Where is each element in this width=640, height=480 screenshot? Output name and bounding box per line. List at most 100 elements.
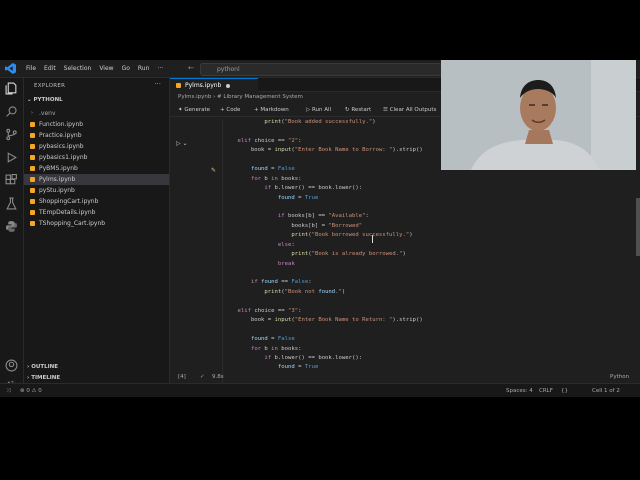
- code-line[interactable]: found = False: [224, 335, 630, 344]
- extensions-icon[interactable]: [5, 174, 18, 187]
- activity-bar: [0, 78, 24, 392]
- code-line[interactable]: for b in books:: [224, 175, 630, 184]
- tree-file[interactable]: TEmpDetails.ipynb: [24, 207, 169, 218]
- menu-view[interactable]: View: [95, 60, 117, 77]
- timeline-section[interactable]: › TIMELINE: [27, 375, 60, 381]
- tree-file-active[interactable]: Pylms.ipynb: [24, 174, 169, 185]
- account-icon[interactable]: [5, 359, 18, 372]
- tree-file[interactable]: pybasics1.ipynb: [24, 152, 169, 163]
- tree-file[interactable]: Function.ipynb: [24, 119, 169, 130]
- menu-bar: File Edit Selection View Go Run ···: [22, 60, 167, 77]
- code-line[interactable]: [224, 297, 630, 306]
- explorer-icon[interactable]: [5, 82, 18, 95]
- run-all-button[interactable]: ▷ Run All: [306, 104, 331, 116]
- language-braces-status[interactable]: {}: [561, 384, 568, 397]
- menu-edit[interactable]: Edit: [40, 60, 60, 77]
- clear-icon: ☰: [383, 107, 390, 113]
- run-cell-icon[interactable]: ▷ ⌄: [176, 140, 188, 147]
- python-icon[interactable]: [5, 220, 18, 233]
- eol-status[interactable]: CRLF: [539, 384, 553, 397]
- cell-position-status[interactable]: Cell 1 of 2: [592, 384, 620, 397]
- notebook-file-icon: [30, 221, 35, 226]
- notebook-file-icon: [30, 188, 35, 193]
- menu-more[interactable]: ···: [153, 60, 167, 77]
- tree-file[interactable]: pyStu.ipynb: [24, 185, 169, 196]
- notebook-file-icon: [30, 122, 35, 127]
- unsaved-dot-icon[interactable]: [226, 84, 230, 88]
- testing-icon[interactable]: [5, 197, 18, 210]
- menu-file[interactable]: File: [22, 60, 40, 77]
- code-line[interactable]: print("Book is already borrowed."): [224, 250, 630, 259]
- code-line[interactable]: if books[b] == "Available":: [224, 212, 630, 221]
- code-line[interactable]: for b in books:: [224, 345, 630, 354]
- tree-file[interactable]: ShoppingCart.ipynb: [24, 196, 169, 207]
- code-line[interactable]: break: [224, 260, 630, 269]
- code-line[interactable]: elif choice == "3":: [224, 307, 630, 316]
- code-line[interactable]: book = input("Enter Book Name to Return:…: [224, 316, 630, 325]
- mouse-cursor: [372, 235, 373, 243]
- menu-selection[interactable]: Selection: [60, 60, 96, 77]
- cell-language[interactable]: Python: [610, 374, 629, 380]
- generate-button[interactable]: ✦ Generate: [178, 104, 210, 116]
- command-center-label: pythonl: [217, 66, 240, 73]
- restart-button[interactable]: ↻ Restart: [345, 104, 371, 116]
- code-line[interactable]: found = True: [224, 194, 630, 203]
- source-control-icon[interactable]: [5, 128, 18, 141]
- code-line[interactable]: [224, 203, 630, 212]
- notebook-file-icon: [30, 177, 35, 182]
- code-line[interactable]: if b.lower() == book.lower():: [224, 354, 630, 363]
- status-bar: ⤨ ⊗ 0 ⚠ 0 Spaces: 4 CRLF {} Cell 1 of 2: [0, 383, 640, 397]
- clear-outputs-button[interactable]: ☰ Clear All Outputs: [383, 104, 436, 116]
- code-line[interactable]: if b.lower() == book.lower():: [224, 184, 630, 193]
- run-debug-icon[interactable]: [5, 151, 18, 164]
- nav-back-icon[interactable]: ←: [188, 60, 194, 77]
- breadcrumb[interactable]: Pylms.ipynb › # Library Management Syste…: [178, 92, 303, 102]
- execution-time: 9.8s: [212, 374, 224, 380]
- explorer-title: EXPLORER: [34, 83, 66, 89]
- tree-file[interactable]: pybasics.ipynb: [24, 141, 169, 152]
- tab-pylms[interactable]: Pylms.ipynb: [170, 78, 258, 92]
- menu-go[interactable]: Go: [118, 60, 134, 77]
- notebook-file-icon: [30, 166, 35, 171]
- notebook-file-icon: [30, 199, 35, 204]
- outline-section[interactable]: › OUTLINE: [27, 364, 58, 370]
- add-code-button[interactable]: + Code: [220, 104, 240, 116]
- notebook-file-icon: [176, 83, 181, 88]
- code-line[interactable]: books[b] = "Borrowed": [224, 222, 630, 231]
- success-check-icon: ✓: [200, 374, 205, 380]
- vscode-logo-icon: [5, 63, 16, 74]
- command-center[interactable]: pythonl: [200, 63, 442, 76]
- workspace-folder-label: PYTHONL: [33, 97, 63, 103]
- menu-run[interactable]: Run: [134, 60, 154, 77]
- code-line[interactable]: [224, 326, 630, 335]
- presenter-webcam-image: [441, 60, 636, 170]
- explorer-sidebar: EXPLORER ··· ⌄ PYTHONL › .venv Function.i…: [24, 78, 170, 383]
- notebook-file-icon: [30, 155, 35, 160]
- code-line[interactable]: print("Book not found."): [224, 288, 630, 297]
- tree-file[interactable]: TShopping_Cart.ipynb: [24, 218, 169, 229]
- editor-scrollbar[interactable]: [636, 198, 640, 256]
- remote-icon[interactable]: ⤨: [6, 384, 10, 397]
- code-line[interactable]: else:: [224, 241, 630, 250]
- code-line[interactable]: [224, 269, 630, 278]
- add-markdown-button[interactable]: + Markdown: [254, 104, 289, 116]
- more-actions-icon[interactable]: ···: [154, 80, 161, 88]
- code-line[interactable]: print("Book borrowed successfully."): [224, 231, 630, 240]
- file-tree: › .venv Function.ipynb Practice.ipynb pyb…: [24, 108, 169, 229]
- workspace-folder[interactable]: ⌄ PYTHONL: [27, 97, 63, 103]
- webcam-overlay: [441, 60, 636, 170]
- notebook-file-icon: [30, 210, 35, 215]
- tree-file[interactable]: PyBMS.ipynb: [24, 163, 169, 174]
- notebook-file-icon: [30, 133, 35, 138]
- problems-status[interactable]: ⊗ 0 ⚠ 0: [20, 384, 42, 397]
- lightbulb-icon[interactable]: ✎: [211, 167, 216, 174]
- chevron-right-icon: ›: [31, 110, 33, 116]
- indentation-status[interactable]: Spaces: 4: [506, 384, 533, 397]
- tree-file[interactable]: Practice.ipynb: [24, 130, 169, 141]
- search-icon[interactable]: [5, 105, 18, 118]
- code-line[interactable]: found = True: [224, 363, 630, 372]
- tree-folder-venv[interactable]: › .venv: [24, 108, 169, 119]
- code-line[interactable]: if found == False:: [224, 278, 630, 287]
- notebook-file-icon: [30, 144, 35, 149]
- tab-label: Pylms.ipynb: [185, 82, 222, 89]
